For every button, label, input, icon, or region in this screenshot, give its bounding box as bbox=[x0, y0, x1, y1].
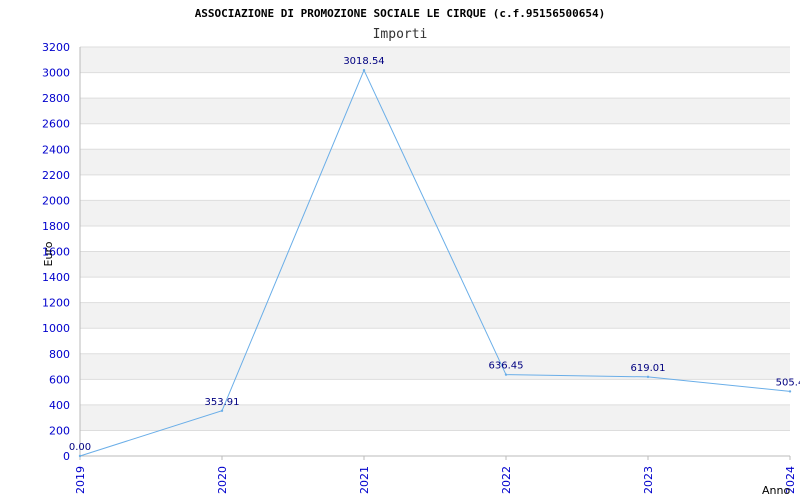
y-tick-label: 2800 bbox=[42, 92, 70, 105]
grid-band bbox=[80, 353, 790, 380]
y-tick-label: 2600 bbox=[42, 118, 70, 131]
y-tick-label: 1000 bbox=[42, 322, 70, 335]
y-tick-label: 800 bbox=[49, 348, 70, 361]
x-tick-label: 2019 bbox=[74, 466, 87, 494]
chart-title: ASSOCIAZIONE DI PROMOZIONE SOCIALE LE CI… bbox=[195, 7, 606, 20]
y-tick-label: 3200 bbox=[42, 41, 70, 54]
y-tick-label: 3000 bbox=[42, 67, 70, 80]
y-axis-label: Euro bbox=[42, 241, 55, 266]
y-tick-label: 1800 bbox=[42, 220, 70, 233]
grid-band bbox=[80, 123, 790, 150]
x-tick-label: 2023 bbox=[642, 466, 655, 494]
data-label: 353.91 bbox=[205, 397, 240, 408]
data-label: 3018.54 bbox=[343, 56, 384, 67]
grid-band bbox=[80, 328, 790, 354]
grid-band bbox=[80, 302, 790, 329]
x-tick-label: 2022 bbox=[500, 466, 513, 494]
y-tick-label: 1200 bbox=[42, 297, 70, 310]
x-tick-label: 2021 bbox=[358, 466, 371, 494]
y-tick-label: 2400 bbox=[42, 143, 70, 156]
data-point bbox=[504, 373, 508, 376]
data-label: 619.01 bbox=[631, 363, 666, 374]
grid-band bbox=[80, 404, 790, 431]
chart-subtitle: Importi bbox=[373, 27, 428, 42]
grid-band bbox=[80, 72, 790, 99]
x-tick-label: 2020 bbox=[216, 466, 229, 494]
data-point bbox=[362, 68, 366, 72]
x-tick-labels: 2019 2020 2021 2022 2023 2024 bbox=[74, 466, 797, 494]
data-label: 505.4 bbox=[776, 377, 800, 388]
grid-band bbox=[80, 174, 790, 201]
grid-band bbox=[80, 379, 790, 405]
grid-band bbox=[80, 98, 790, 124]
grid-band bbox=[80, 251, 790, 278]
grid-band bbox=[80, 149, 790, 175]
y-tick-label: 1400 bbox=[42, 271, 70, 284]
y-tick-label: 400 bbox=[49, 399, 70, 412]
line-chart: ASSOCIAZIONE DI PROMOZIONE SOCIALE LE CI… bbox=[42, 7, 800, 497]
x-axis-label: Anno bbox=[762, 484, 790, 497]
data-point bbox=[788, 390, 792, 393]
data-point bbox=[78, 454, 82, 458]
grid-band bbox=[80, 225, 790, 252]
grid-band bbox=[80, 430, 790, 456]
grid-band bbox=[80, 277, 790, 303]
y-tick-label: 600 bbox=[49, 373, 70, 386]
data-label: 636.45 bbox=[489, 361, 524, 372]
grid-band bbox=[80, 47, 790, 73]
data-label: 0.00 bbox=[69, 442, 91, 453]
y-tick-label: 200 bbox=[49, 424, 70, 437]
data-point bbox=[646, 375, 650, 379]
y-tick-label: 2000 bbox=[42, 194, 70, 207]
y-tick-label: 2200 bbox=[42, 169, 70, 182]
data-point bbox=[220, 409, 224, 412]
